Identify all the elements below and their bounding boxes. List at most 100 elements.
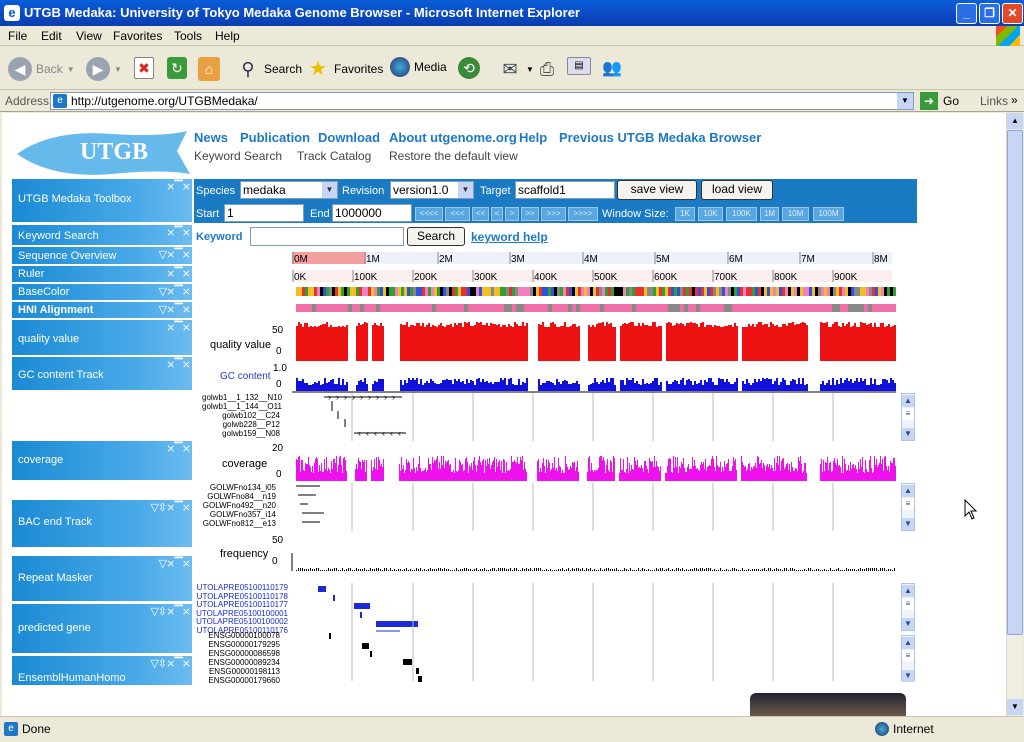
coverage-bar: [546, 459, 547, 481]
gc-bar: [568, 384, 570, 391]
gc-bar: [466, 379, 468, 391]
coverage-bar: [338, 465, 339, 481]
coverage-bar: [405, 470, 406, 481]
ensembl-gene-label[interactable]: ENSG00000100078: [188, 631, 280, 640]
coverage-track: [296, 456, 896, 481]
ensembl-gene-label[interactable]: ENSG00000086598: [188, 649, 280, 658]
mail-button[interactable]: ✉ ▼: [498, 57, 533, 81]
quality-bar: [302, 327, 304, 361]
gc-bar: [402, 385, 404, 391]
coverage-bar: [640, 468, 641, 481]
coverage-bar: [413, 458, 414, 481]
freq-bar: [580, 569, 581, 571]
ruler-tick-label: 700K: [714, 272, 738, 283]
links-button[interactable]: Links: [980, 94, 1008, 108]
freq-bar: [416, 568, 417, 571]
freq-bar: [646, 570, 647, 571]
stop-button[interactable]: ✖: [134, 57, 154, 79]
gc-bar: [868, 385, 870, 391]
base-stripe: [380, 287, 383, 296]
coverage-bar: [840, 467, 841, 481]
refresh-button[interactable]: ↻: [167, 57, 187, 79]
coverage-bar: [492, 462, 493, 481]
menu-help[interactable]: Help: [215, 29, 240, 43]
freq-bar: [334, 568, 335, 571]
minimize-button[interactable]: _: [956, 3, 977, 24]
page-scrollbar[interactable]: ▲ ▼: [1006, 113, 1023, 716]
gene-track-scroller[interactable]: ▲ ≡ ▼: [901, 583, 915, 631]
base-stripe: [608, 287, 611, 296]
hni-track-scroller[interactable]: ▲ ≡ ▼: [901, 393, 915, 441]
ensembl-gene-label[interactable]: ENSG00000179660: [188, 676, 280, 685]
maximize-button[interactable]: ❐: [979, 3, 1000, 24]
bac-track-scroller[interactable]: ▲ ≡ ▼: [901, 483, 915, 531]
freq-bar: [402, 570, 403, 571]
coverage-bar: [797, 471, 798, 481]
base-stripe: [641, 287, 644, 296]
base-stripe: [659, 287, 662, 296]
menu-tools[interactable]: Tools: [174, 29, 202, 43]
quality-bar: [414, 326, 416, 361]
favorites-button[interactable]: ★ Favorites: [306, 57, 383, 81]
coverage-bar: [705, 459, 706, 481]
alignment-stripe: [500, 304, 504, 312]
back-button[interactable]: ◀ Back ▼: [8, 57, 75, 81]
ensembl-gene-label[interactable]: ENSG00000179295: [188, 640, 280, 649]
freq-bar: [490, 569, 491, 571]
gc-bar: [728, 382, 730, 391]
media-button[interactable]: Media: [390, 57, 447, 77]
edit-button[interactable]: ▤: [567, 57, 591, 75]
genome-tracks[interactable]: 0M 1M 2M 3M 4M 5M 6M 7M 8M0K 100K 200K 300K 400K 500K…: [2, 113, 1006, 716]
base-stripe: [590, 287, 593, 296]
gc-bar: [686, 380, 688, 391]
scroll-up-icon[interactable]: ▲: [1007, 113, 1023, 129]
base-stripe: [557, 287, 560, 296]
base-stripe: [500, 287, 503, 296]
base-stripe: [746, 287, 749, 296]
messenger-button[interactable]: 👥: [600, 57, 624, 81]
search-button[interactable]: ⚲ Search: [236, 57, 302, 81]
menu-favorites[interactable]: Favorites: [113, 29, 162, 43]
gc-bar: [640, 385, 642, 391]
base-stripe: [875, 287, 878, 296]
menu-edit[interactable]: Edit: [41, 29, 62, 43]
go-button[interactable]: Go: [943, 94, 959, 108]
freq-bar: [792, 568, 793, 571]
menu-view[interactable]: View: [76, 29, 102, 43]
coverage-bar: [331, 461, 332, 481]
scroll-thumb[interactable]: [1007, 130, 1023, 635]
print-button[interactable]: ⎙: [535, 57, 559, 81]
coverage-bar: [463, 471, 464, 481]
address-dropdown-icon[interactable]: ▼: [897, 93, 913, 109]
coverage-bar: [647, 469, 648, 481]
alignment-stripe: [612, 304, 616, 312]
coverage-bar: [833, 461, 834, 481]
ensembl-track-scroller[interactable]: ▲ ≡ ▼: [901, 635, 915, 682]
forward-button[interactable]: ▶ ▼: [86, 57, 122, 81]
close-button[interactable]: ✕: [1002, 3, 1023, 24]
quality-bar: [626, 324, 628, 361]
alignment-stripe: [368, 304, 372, 312]
freq-bar: [866, 568, 867, 571]
scroll-down-icon[interactable]: ▼: [1007, 699, 1023, 715]
chevron-right-icon[interactable]: »: [1011, 93, 1018, 107]
history-button[interactable]: ⟲: [458, 57, 480, 79]
freq-bar: [486, 570, 487, 571]
quality-bar: [778, 327, 780, 361]
quality-bar: [886, 326, 888, 361]
base-stripe: [467, 287, 470, 296]
quality-bar: [326, 322, 328, 361]
ensembl-gene-label[interactable]: ENSG00000089234: [188, 658, 280, 667]
menu-file[interactable]: File: [8, 29, 27, 43]
freq-bar: [458, 570, 459, 571]
alignment-stripe: [632, 304, 636, 312]
base-stripe: [761, 287, 764, 296]
coverage-bar: [326, 457, 327, 481]
home-button[interactable]: ⌂: [198, 57, 220, 81]
base-stripe: [596, 287, 599, 296]
coverage-bar: [450, 464, 451, 481]
address-input[interactable]: e http://utgenome.org/UTGBMedaka/ ▼: [50, 92, 914, 110]
ensembl-gene-label[interactable]: ENSG00000198113: [188, 667, 280, 676]
go-arrow-icon[interactable]: ➜: [920, 92, 938, 110]
coverage-bar: [790, 472, 791, 481]
